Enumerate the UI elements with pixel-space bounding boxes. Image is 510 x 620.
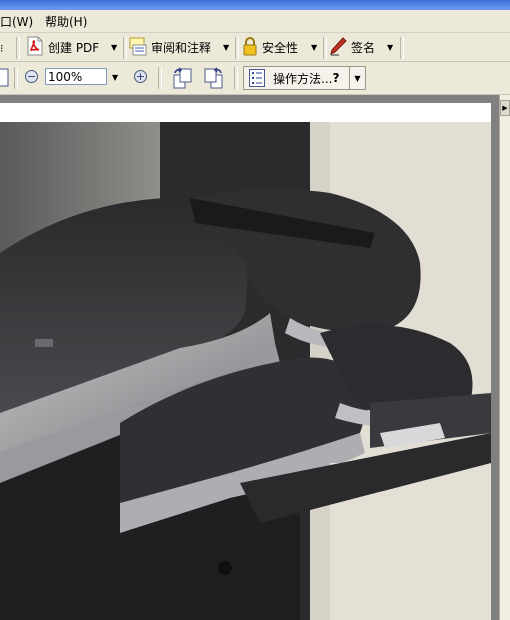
zoom-level-value: 100% bbox=[48, 70, 83, 84]
security-button[interactable]: 安全性 bbox=[242, 36, 299, 59]
review-comment-button[interactable]: 审阅和注释 bbox=[129, 37, 211, 57]
navigation-toolbar: − 100% ▼ + 操作方法... ? ▼ bbox=[0, 62, 510, 95]
toolbar-separator bbox=[323, 37, 327, 59]
toolbar-separator bbox=[123, 37, 127, 59]
how-to-button[interactable]: 操作方法... ? bbox=[243, 66, 350, 90]
sign-dropdown-icon[interactable]: ▼ bbox=[387, 43, 393, 52]
car-seat-photo bbox=[0, 103, 491, 620]
rotate-counterclockwise-icon[interactable] bbox=[203, 67, 225, 92]
window-title-bar bbox=[0, 0, 510, 10]
pdf-page bbox=[0, 103, 491, 620]
help-question-icon: ? bbox=[332, 71, 340, 85]
menu-help-label: 帮助(H) bbox=[45, 15, 88, 29]
review-dropdown-icon[interactable]: ▼ bbox=[223, 43, 229, 52]
menu-window-label: 窗口(W) bbox=[0, 15, 34, 29]
toolbar-separator bbox=[235, 37, 239, 59]
toolbar-separator bbox=[400, 37, 404, 59]
sign-button[interactable]: 签名 bbox=[329, 36, 376, 59]
sign-label: 签名 bbox=[351, 40, 376, 55]
zoom-level-input[interactable]: 100% bbox=[45, 68, 107, 85]
page-icon[interactable] bbox=[0, 68, 10, 91]
pen-icon bbox=[329, 36, 347, 59]
toolbar-separator bbox=[234, 67, 238, 89]
menu-bar: 窗口(W) 帮助(H) bbox=[0, 10, 510, 33]
menu-help[interactable]: 帮助(H) bbox=[45, 13, 87, 30]
zoom-out-icon[interactable]: − bbox=[25, 70, 38, 83]
scroll-up-arrow-icon: ▶ bbox=[502, 104, 508, 112]
rotate-clockwise-icon[interactable] bbox=[171, 67, 193, 92]
zoom-in-icon[interactable]: + bbox=[134, 70, 147, 83]
create-pdf-label: 创建 PDF bbox=[48, 40, 100, 55]
security-label: 安全性 bbox=[262, 40, 299, 55]
pdf-icon bbox=[26, 36, 44, 59]
tasks-toolbar: ⁝ 创建 PDF ▼ 审阅和注释 ▼ 安全性 ▼ 签名 ▼ bbox=[0, 33, 510, 62]
security-dropdown-icon[interactable]: ▼ bbox=[311, 43, 317, 52]
comment-icon bbox=[129, 36, 147, 59]
how-to-label: 操作方法... bbox=[273, 71, 333, 86]
toolbar-separator bbox=[16, 37, 20, 59]
scroll-up-button[interactable]: ▶ bbox=[500, 100, 510, 116]
menu-window[interactable]: 窗口(W) bbox=[0, 13, 33, 30]
document-view[interactable] bbox=[0, 95, 499, 620]
toolbar-separator bbox=[14, 67, 18, 89]
vertical-scrollbar[interactable]: ▶ bbox=[499, 95, 510, 620]
create-pdf-button[interactable]: 创建 PDF bbox=[26, 36, 100, 59]
lock-icon bbox=[242, 36, 258, 59]
how-to-dropdown-button[interactable]: ▼ bbox=[350, 66, 366, 90]
prev-button-fragment[interactable]: ⁝ bbox=[0, 42, 4, 55]
toolbar-separator bbox=[158, 67, 162, 89]
zoom-dropdown-icon[interactable]: ▼ bbox=[112, 73, 118, 82]
how-to-list-icon bbox=[249, 68, 265, 90]
how-to-dropdown-icon: ▼ bbox=[354, 73, 361, 83]
review-comment-label: 审阅和注释 bbox=[151, 40, 212, 55]
create-pdf-dropdown-icon[interactable]: ▼ bbox=[111, 43, 117, 52]
